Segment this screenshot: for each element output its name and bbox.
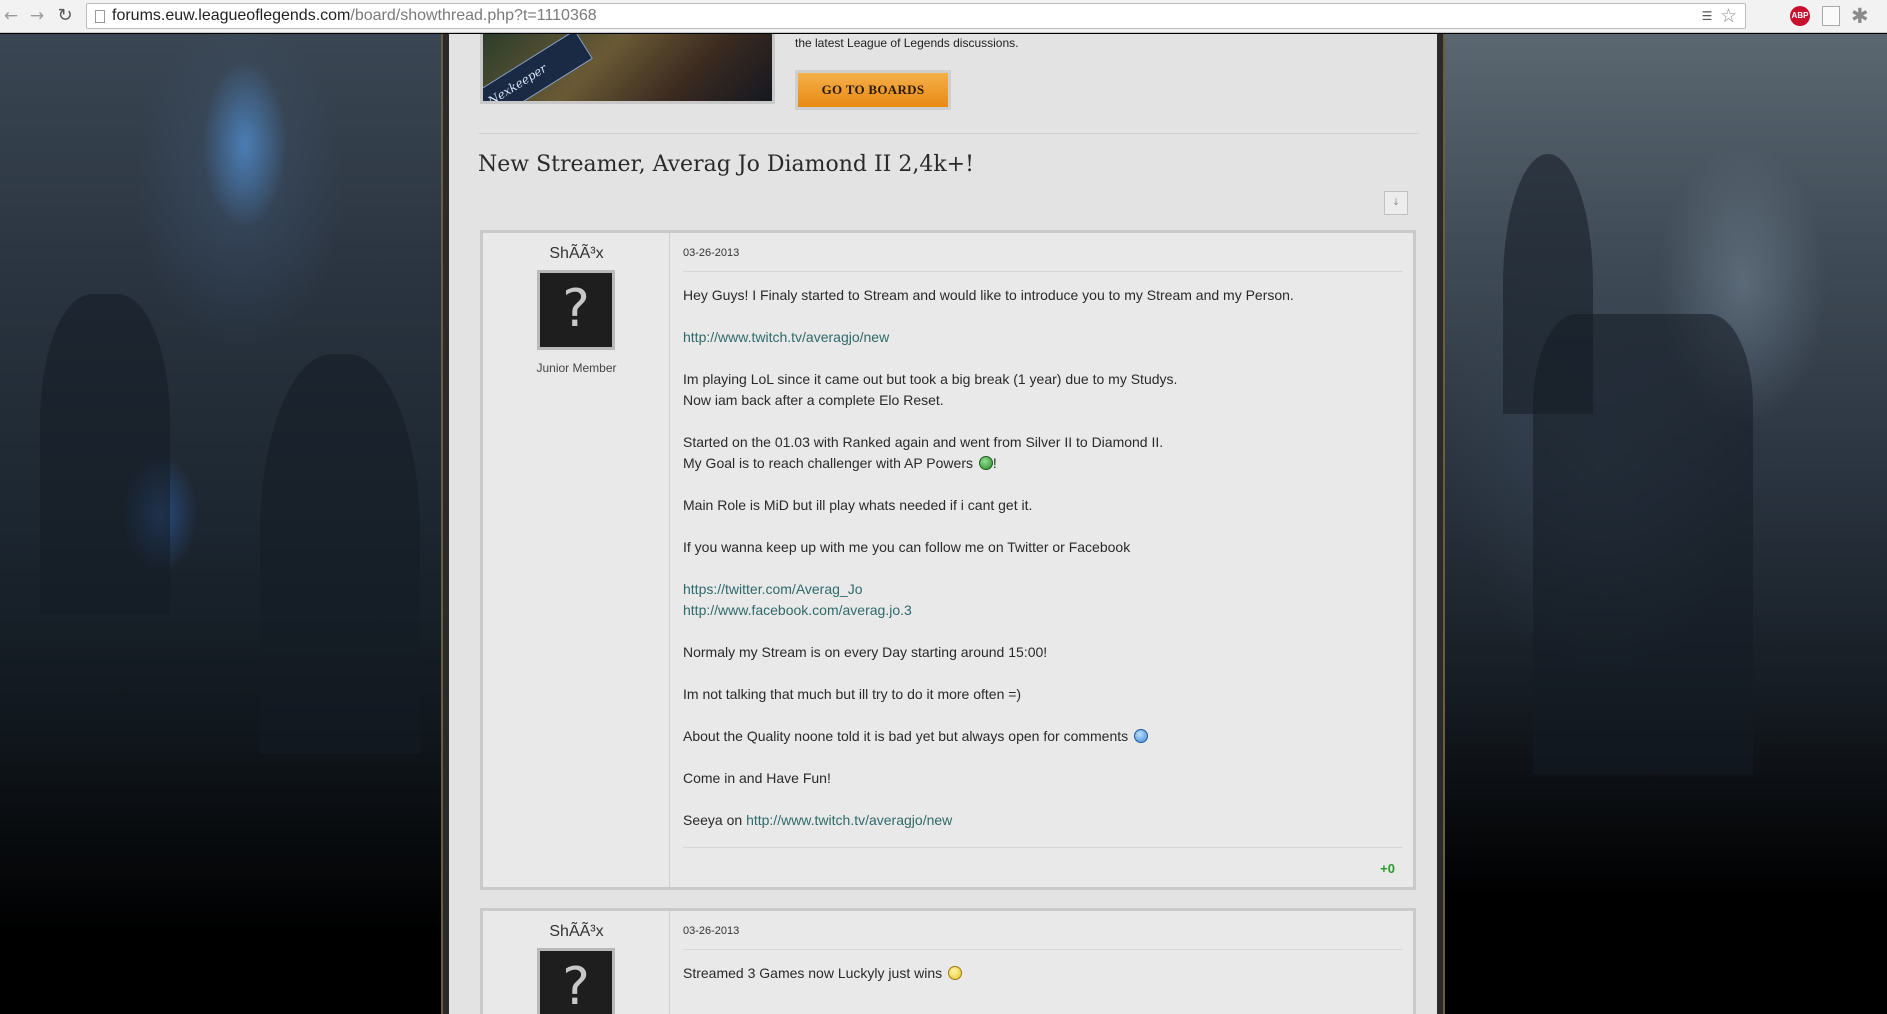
post-line: Hey Guys! I Finaly started to Stream and…	[683, 287, 1294, 303]
facebook-link[interactable]: http://www.facebook.com/averag.jo.3	[683, 602, 912, 618]
post-line: My Goal is to reach challenger with AP P…	[683, 455, 973, 471]
address-bar[interactable]: forums.euw.leagueoflegends.com/board/sho…	[86, 3, 1746, 29]
post-line: Seeya on	[683, 812, 743, 828]
go-to-boards-button[interactable]: GO TO BOARDS	[795, 70, 951, 110]
post-date: 03-26-2013	[683, 247, 740, 259]
post-text: Hey Guys! I Finaly started to Stream and…	[683, 285, 1403, 852]
url-domain: forums.euw.leagueoflegends.com	[112, 7, 351, 24]
post-line: Now iam back after a complete Elo Reset.	[683, 392, 944, 408]
post-body: 03-26-2013 Hey Guys! I Finaly started to…	[683, 233, 1403, 887]
forum-content: Nexkeeper the latest League of Legends d…	[443, 34, 1443, 1014]
post-line: Im not talking that much but ill try to …	[683, 686, 1022, 702]
banner-text: the latest League of Legends discussions…	[795, 36, 1019, 50]
user-rank: Junior Member	[536, 361, 617, 375]
page-icon	[95, 10, 105, 23]
thread-tools-button[interactable]: ↓	[1384, 191, 1408, 215]
reload-icon[interactable]: ↻	[54, 5, 76, 27]
post-line: Come in and Have Fun!	[683, 770, 831, 786]
avatar[interactable]: ?	[537, 270, 615, 350]
forward-icon[interactable]: →	[26, 5, 48, 27]
banner-strip: Nexkeeper	[483, 34, 593, 104]
post-line: Streamed 3 Games now Luckyly just wins	[683, 965, 943, 981]
browser-toolbar: ← → ↻ forums.euw.leagueoflegends.com/boa…	[0, 0, 1887, 33]
author-name[interactable]: ShÃÃ³x	[483, 923, 670, 941]
post-text: Streamed 3 Games now Luckyly just wins	[683, 963, 1403, 1005]
globe-smiley-icon	[978, 456, 993, 470]
divider	[683, 271, 1403, 272]
post: ShÃÃ³x ? Junior Member 03-26-2013 Hey Gu…	[480, 230, 1416, 890]
url-path: /board/showthread.php?t=1110368	[350, 7, 597, 24]
divider	[683, 847, 1403, 848]
page-viewport: Nexkeeper the latest League of Legends d…	[0, 34, 1887, 1014]
post-line: If you wanna keep up with me you can fol…	[683, 539, 1131, 555]
star-icon[interactable]: ☆	[1720, 5, 1737, 27]
post-line: Started on the 01.03 with Ranked again a…	[683, 434, 1164, 450]
puzzle-icon[interactable]: ✱	[1851, 3, 1869, 29]
url-text[interactable]: forums.euw.leagueoflegends.com/board/sho…	[112, 7, 597, 25]
thread-title: New Streamer, Averag Jo Diamond II 2,4k+…	[478, 152, 974, 177]
post: ShÃÃ³x ? 03-26-2013 Streamed 3 Games now…	[480, 908, 1416, 1014]
smile-icon	[948, 966, 962, 980]
back-icon[interactable]: ←	[0, 5, 22, 27]
twitch-link[interactable]: http://www.twitch.tv/averagjo/new	[683, 329, 889, 345]
background-art-left	[0, 34, 443, 1014]
twitch-link[interactable]: http://www.twitch.tv/averagjo/new	[746, 812, 952, 828]
avatar[interactable]: ?	[537, 948, 615, 1014]
post-body: 03-26-2013 Streamed 3 Games now Luckyly …	[683, 911, 1403, 1014]
post-line: About the Quality noone told it is bad y…	[683, 728, 1129, 744]
smile-icon	[1134, 729, 1149, 743]
post-date: 03-26-2013	[683, 925, 740, 937]
banner-image-text: Nexkeeper	[485, 61, 550, 104]
post-line-end: !	[992, 455, 997, 471]
post-line: Im playing LoL since it came out but too…	[683, 371, 1178, 387]
post-line: Main Role is MiD but ill play whats need…	[683, 497, 1033, 513]
banner-image[interactable]: Nexkeeper	[480, 34, 775, 104]
twitter-link[interactable]: https://twitter.com/Averag_Jo	[683, 581, 863, 597]
adblock-icon[interactable]: ABP	[1790, 6, 1810, 26]
divider	[683, 949, 1403, 950]
translate-icon[interactable]: ☰	[1699, 8, 1715, 24]
post-author-panel: ShÃÃ³x ? Junior Member	[483, 233, 670, 887]
vote-count[interactable]: +0	[1380, 861, 1395, 876]
extension-icon[interactable]	[1822, 6, 1840, 26]
post-line: Normaly my Stream is on every Day starti…	[683, 644, 1048, 660]
divider	[479, 133, 1419, 134]
background-art-right	[1443, 34, 1887, 1014]
author-name[interactable]: ShÃÃ³x	[483, 245, 670, 263]
post-author-panel: ShÃÃ³x ?	[483, 911, 670, 1014]
